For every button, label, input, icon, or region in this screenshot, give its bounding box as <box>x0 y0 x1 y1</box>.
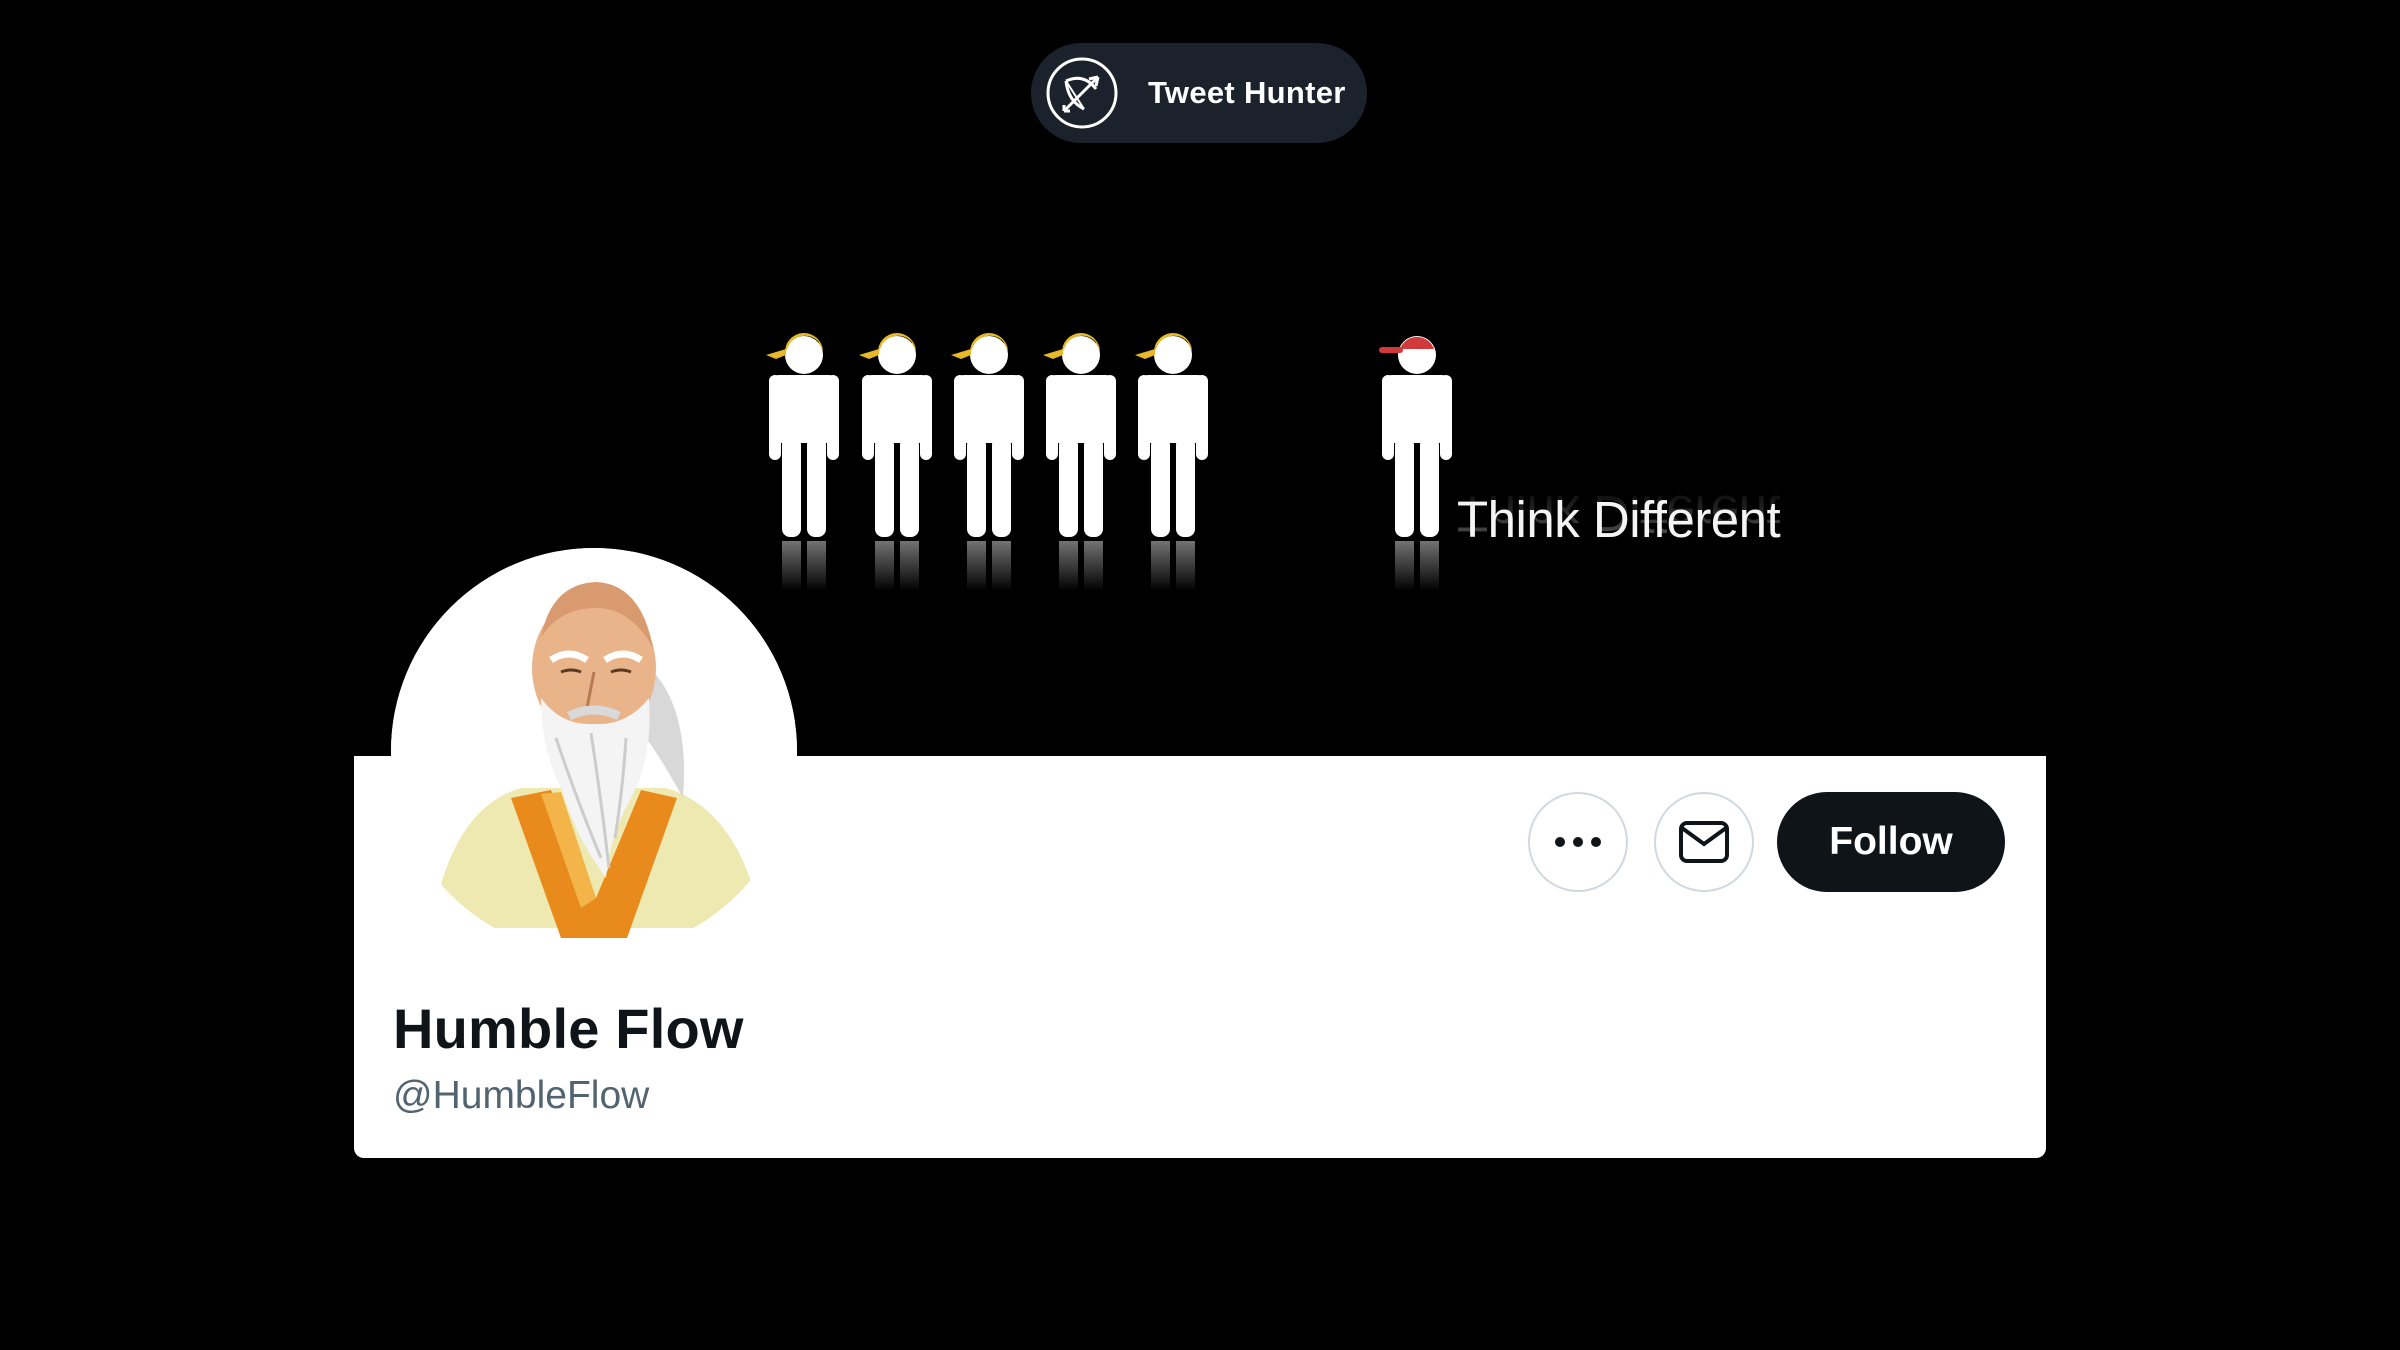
screenshot-stage: Tweet Hunter Think Different Think Diffe… <box>0 0 2400 1350</box>
bow-and-arrow-icon <box>1044 55 1120 131</box>
avatar[interactable] <box>391 548 797 954</box>
follow-button[interactable]: Follow <box>1777 792 2005 892</box>
envelope-icon <box>1679 821 1729 863</box>
profile-actions: Follow <box>1528 792 2046 892</box>
message-button[interactable] <box>1654 792 1754 892</box>
profile-display-name: Humble Flow <box>393 997 744 1060</box>
conformist-figure-icon <box>766 333 1208 591</box>
profile-handle: @HumbleFlow <box>393 1074 650 1117</box>
banner-tagline-reflection: Think Different <box>1457 485 1781 542</box>
more-options-button[interactable] <box>1528 792 1628 892</box>
more-options-icon <box>1555 837 1601 847</box>
tweet-hunter-badge: Tweet Hunter <box>1031 43 1367 143</box>
different-figure-icon <box>1379 336 1452 591</box>
brand-name: Tweet Hunter <box>1148 75 1346 110</box>
sage-portrait-avatar <box>391 548 797 954</box>
